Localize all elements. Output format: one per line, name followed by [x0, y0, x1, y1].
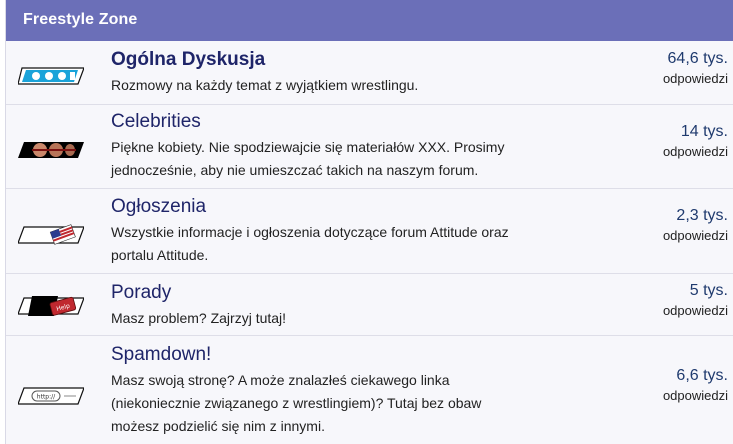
- http-link-icon: http://: [18, 387, 84, 405]
- svg-text:http://: http://: [37, 394, 56, 401]
- announcement-flag-icon: [18, 224, 84, 245]
- forum-row: Help Porady Masz problem? Zajrzyj tutaj!…: [6, 273, 733, 335]
- forum-row: Celebrities Piękne kobiety. Nie spodziew…: [6, 104, 733, 188]
- forum-title[interactable]: Celebrities: [111, 111, 201, 133]
- forum-title[interactable]: Ogłoszenia: [111, 196, 206, 218]
- reply-unit: odpowiedzi: [662, 388, 728, 403]
- reply-unit: odpowiedzi: [662, 144, 728, 159]
- ring-logo-icon: [18, 67, 84, 85]
- forum-description: Wszystkie informacje i ogłoszenia dotycz…: [111, 224, 509, 263]
- reply-stats: 5 tys. odpowiedzi: [663, 281, 728, 321]
- forum-title[interactable]: Porady: [111, 282, 171, 304]
- reply-stats: 2,3 tys. odpowiedzi: [663, 206, 728, 246]
- reply-unit: odpowiedzi: [662, 71, 728, 86]
- forum-row: Ogólna Dyskusja Rozmowy na każdy temat z…: [6, 41, 733, 104]
- help-key-icon: Help: [18, 296, 84, 316]
- reply-unit: odpowiedzi: [662, 303, 728, 318]
- forum-description: Piękne kobiety. Nie spodziewajcie się ma…: [111, 139, 505, 178]
- forum-title[interactable]: Ogólna Dyskusja: [111, 49, 265, 71]
- reply-unit: odpowiedzi: [662, 228, 728, 243]
- reply-count: 14 tys.: [680, 123, 728, 140]
- forum-description: Masz problem? Zajrzyj tutaj!: [111, 310, 287, 326]
- reply-stats: 6,6 tys. odpowiedzi: [663, 366, 728, 406]
- celebrity-banner-icon: [18, 142, 84, 158]
- forum-title[interactable]: Spamdown!: [111, 344, 211, 366]
- forum-row: Ogłoszenia Wszystkie informacje i ogłosz…: [6, 188, 733, 273]
- forum-description: Masz swoją stronę? A może znalazłeś ciek…: [111, 372, 482, 434]
- forum-section-panel: Freestyle Zone Ogólna Dyskusja Rozmowy n…: [5, 0, 733, 444]
- reply-count: 2,3 tys.: [676, 207, 728, 224]
- reply-stats: 64,6 tys. odpowiedzi: [663, 49, 728, 89]
- section-header: Freestyle Zone: [6, 0, 733, 41]
- forum-row: http:// Spamdown! Masz swoją stronę? A m…: [6, 335, 733, 444]
- reply-count: 64,6 tys.: [667, 50, 728, 67]
- reply-count: 5 tys.: [689, 282, 728, 299]
- reply-count: 6,6 tys.: [676, 367, 728, 384]
- forum-description: Rozmowy na każdy temat z wyjątkiem wrest…: [111, 77, 419, 93]
- reply-stats: 14 tys. odpowiedzi: [663, 122, 728, 162]
